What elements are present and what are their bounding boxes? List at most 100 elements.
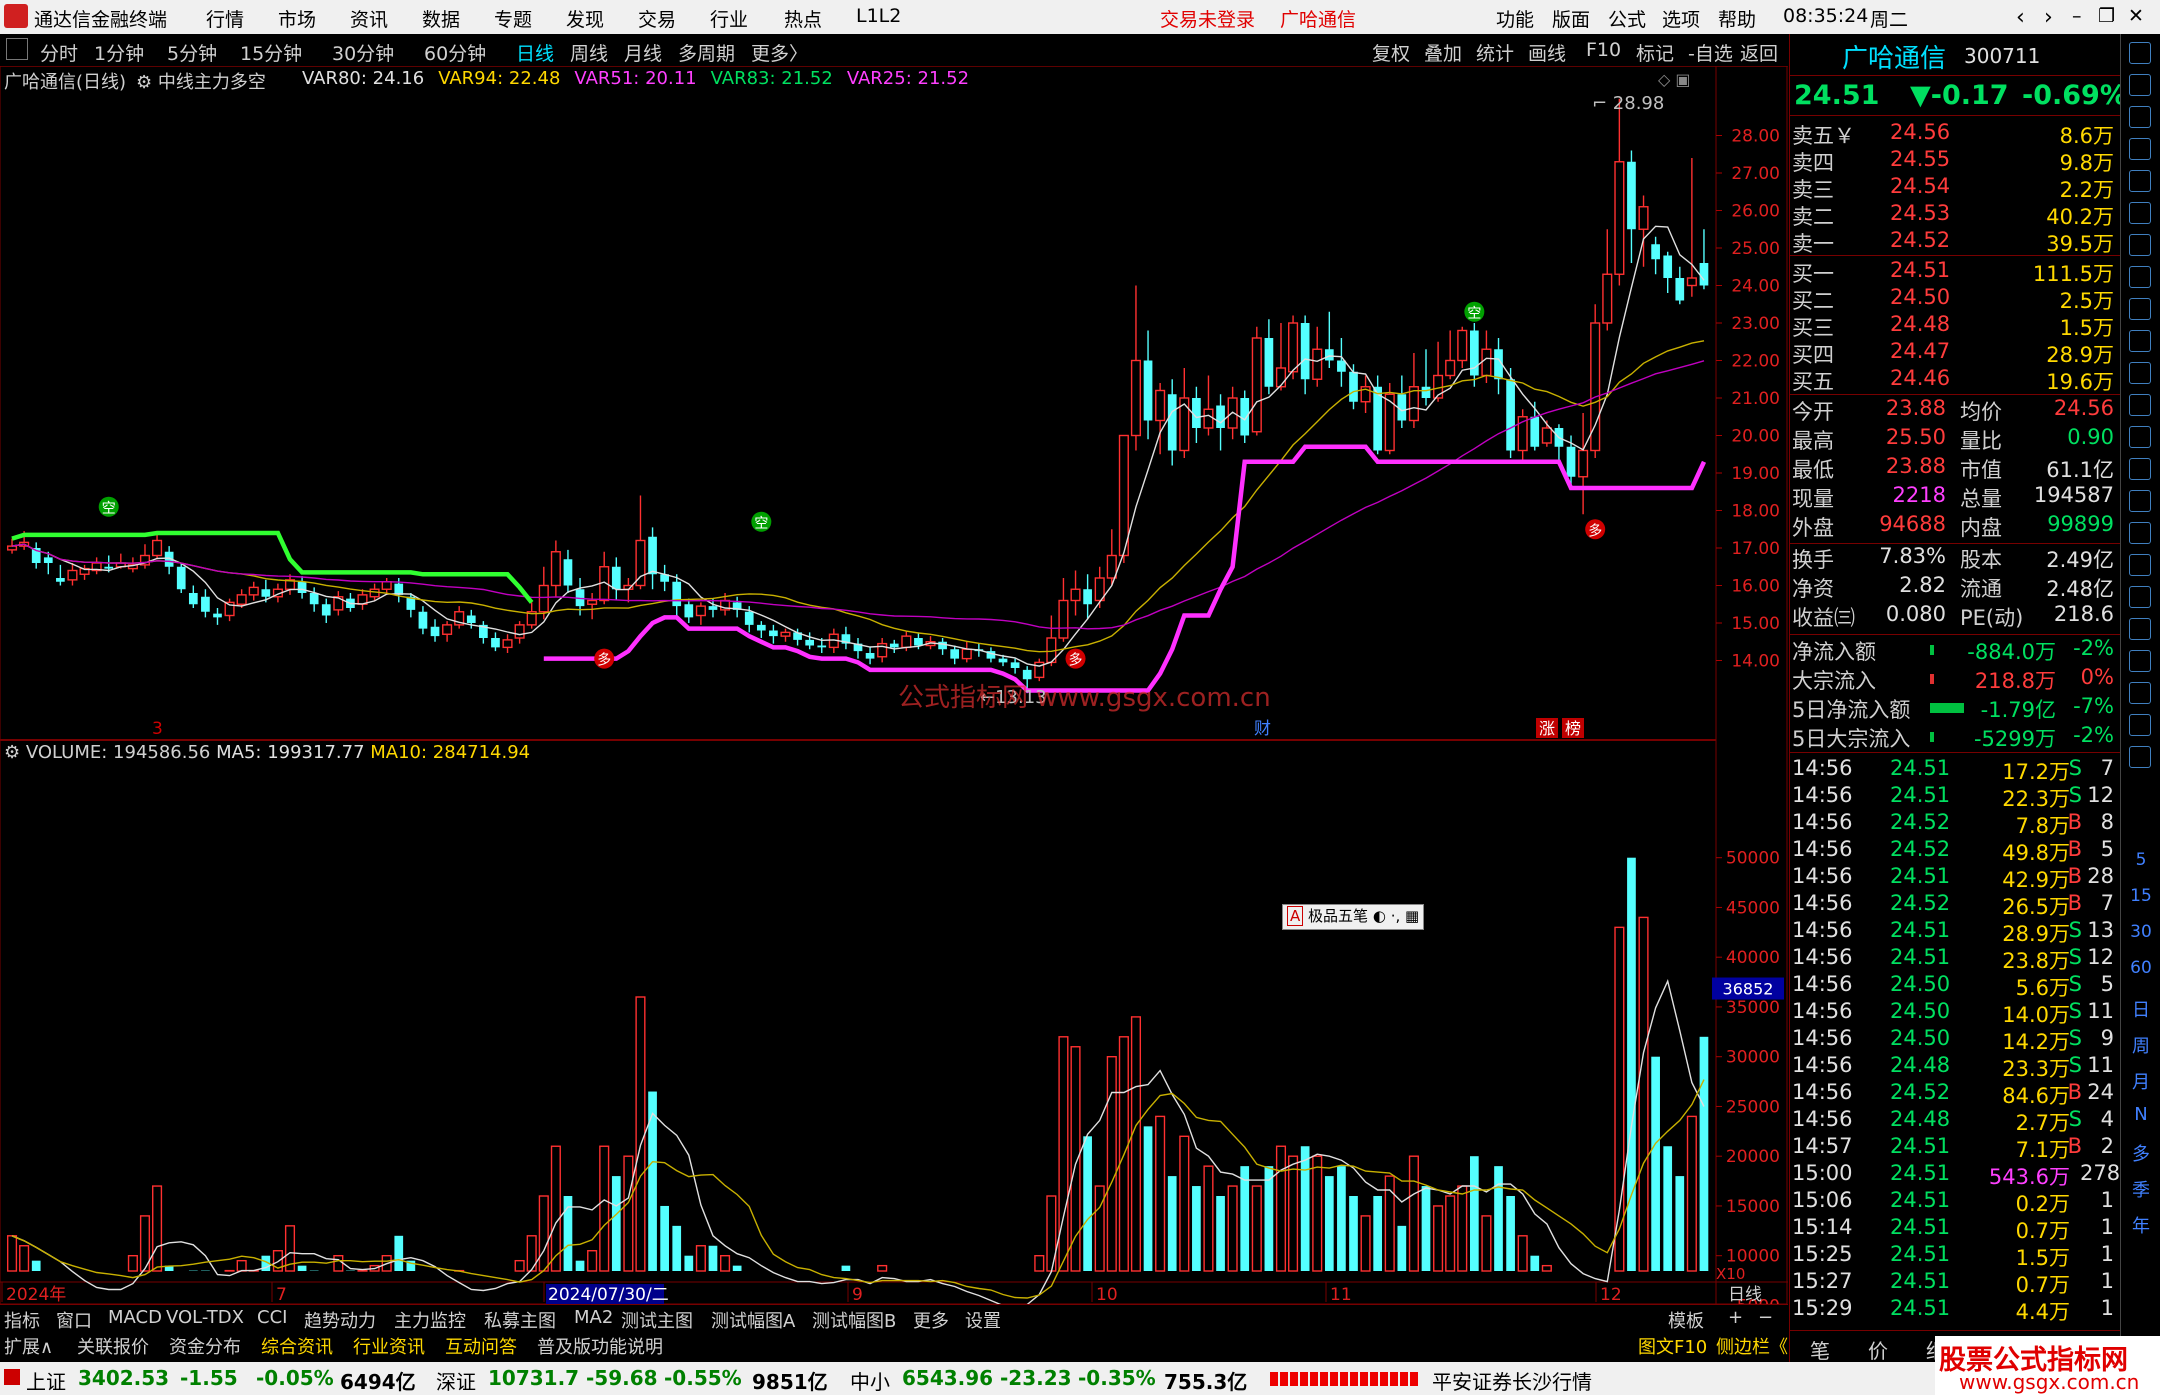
f10-icon[interactable] (2129, 298, 2151, 320)
quote-tab-1[interactable]: 价 (1868, 1335, 1888, 1364)
strip-minutes-2[interactable]: 30 (2121, 922, 2160, 942)
period-tab-8[interactable]: 月线 (624, 39, 662, 66)
tool-button-2[interactable]: 统计 (1476, 39, 1514, 66)
gear-icon[interactable]: ⚙ (136, 72, 152, 93)
strip-period-2[interactable]: 月 (2121, 1068, 2160, 1094)
menu-1[interactable]: 市场 (278, 5, 316, 32)
menu-9[interactable]: L1L2 (856, 5, 901, 27)
tool-button-1[interactable]: 叠加 (1424, 39, 1462, 66)
flag-icon[interactable] (2129, 586, 2151, 608)
period-tab-0[interactable]: 分时 (40, 39, 78, 66)
info-tab-5[interactable]: 互动问答 (445, 1333, 517, 1359)
event-marker-3[interactable]: 3 (152, 719, 163, 739)
indicator-tab-3[interactable]: VOL-TDX (166, 1307, 244, 1328)
fs-icon[interactable] (2129, 458, 2151, 480)
down-icon[interactable] (2129, 106, 2151, 128)
up-icon[interactable] (2129, 74, 2151, 96)
strip-period-0[interactable]: 日 (2121, 996, 2160, 1022)
server-name[interactable]: 平安证券长沙行情 (1432, 1366, 1592, 1395)
indicator-tab-8[interactable]: MA2 (574, 1307, 613, 1328)
strip-minutes-0[interactable]: 5 (2121, 850, 2160, 870)
period-tab-6[interactable]: 日线 (516, 39, 554, 66)
pen-icon[interactable] (2129, 650, 2151, 672)
period-tab-9[interactable]: 多周期 (678, 39, 735, 66)
indicator-tab-4[interactable]: CCI (257, 1307, 287, 1328)
strip-minutes-3[interactable]: 60 (2121, 958, 2160, 978)
right-menu-1[interactable]: 版面 (1552, 5, 1590, 32)
grid-icon[interactable] (2129, 170, 2151, 192)
kline-icon[interactable] (2129, 266, 2151, 288)
sz-label[interactable]: 深证 (436, 1366, 476, 1395)
sh-label[interactable]: 上证 (26, 1366, 66, 1395)
gear-icon[interactable]: ⚙ (4, 742, 20, 763)
layout-icon[interactable] (2129, 394, 2151, 416)
bar-chart-icon[interactable] (2129, 202, 2151, 224)
forward-arrow-icon[interactable]: › (2044, 5, 2053, 30)
info-tab-2[interactable]: 资金分布 (169, 1333, 241, 1359)
close-icon[interactable]: ✕ (2128, 5, 2144, 27)
move-icon[interactable] (2129, 618, 2151, 640)
right-menu-0[interactable]: 功能 (1496, 5, 1534, 32)
ime-popup[interactable]: A 极品五笔 ◐ ·, ▦ (1282, 904, 1425, 930)
market-icon[interactable] (2129, 714, 2151, 736)
minimize-icon[interactable]: – (2072, 5, 2082, 27)
finance-marker[interactable]: 财 (1254, 719, 1271, 739)
rsi-icon[interactable] (2129, 554, 2151, 576)
tool-button-7[interactable]: 返回 (1740, 39, 1778, 66)
strip-period-1[interactable]: 周 (2121, 1032, 2160, 1058)
refresh-icon[interactable] (2129, 746, 2151, 768)
zoom-icon[interactable] (2129, 138, 2151, 160)
tool-button-0[interactable]: 复权 (1372, 39, 1410, 66)
menu-0[interactable]: 行情 (206, 5, 244, 32)
f-icon[interactable] (2129, 426, 2151, 448)
period-tab-10[interactable]: 更多〉 (751, 39, 808, 66)
bsf-icon[interactable] (2129, 362, 2151, 384)
zx-label[interactable]: 中小 (850, 1366, 890, 1395)
template-tab-2[interactable]: − (1758, 1307, 1773, 1328)
list-icon[interactable] (2129, 330, 2151, 352)
tool-button-6[interactable]: -自选 (1688, 39, 1733, 66)
strip-minutes-1[interactable]: 15 (2121, 886, 2160, 906)
menu-7[interactable]: 行业 (710, 5, 748, 32)
tool-button-3[interactable]: 画线 (1528, 39, 1566, 66)
tool-button-4[interactable]: F10 (1586, 39, 1621, 61)
tool-button-5[interactable]: 标记 (1636, 39, 1674, 66)
right-menu-4[interactable]: 帮助 (1718, 5, 1756, 32)
panel-toggle-icon[interactable] (6, 38, 28, 60)
strip-period-6[interactable]: 年 (2121, 1212, 2160, 1238)
sidebar-toggle[interactable]: 侧边栏《 (1716, 1333, 1788, 1359)
up-arrow-icon[interactable] (2129, 42, 2151, 64)
indicator-tab-2[interactable]: MACD (108, 1307, 162, 1328)
quote-tab-0[interactable]: 笔 (1810, 1335, 1830, 1364)
strip-period-5[interactable]: 季 (2121, 1176, 2160, 1202)
menu-2[interactable]: 资讯 (350, 5, 388, 32)
strip-period-4[interactable]: 多 (2121, 1140, 2160, 1166)
info-tab-6[interactable]: 普及版功能说明 (537, 1333, 663, 1359)
line-chart-icon[interactable] (2129, 234, 2151, 256)
menu-6[interactable]: 交易 (638, 5, 676, 32)
period-tab-7[interactable]: 周线 (570, 39, 608, 66)
period-tab-4[interactable]: 30分钟 (332, 39, 394, 66)
fs2-icon[interactable] (2129, 682, 2151, 704)
right-menu-3[interactable]: 选项 (1662, 5, 1700, 32)
menu-5[interactable]: 发现 (566, 5, 604, 32)
period-tab-2[interactable]: 5分钟 (167, 39, 217, 66)
menu-8[interactable]: 热点 (784, 5, 822, 32)
menu-4[interactable]: 专题 (494, 5, 532, 32)
menu-3[interactable]: 数据 (422, 5, 460, 32)
login-notice[interactable]: 交易未登录 (1160, 5, 1255, 32)
period-tab-1[interactable]: 1分钟 (94, 39, 144, 66)
back-arrow-icon[interactable]: ‹ (2016, 5, 2025, 30)
restore-icon[interactable]: ❐ (2098, 5, 2115, 27)
period-tab-5[interactable]: 60分钟 (424, 39, 486, 66)
speaker-icon[interactable] (2129, 522, 2151, 544)
info-tab-4[interactable]: 行业资讯 (353, 1333, 425, 1359)
strip-period-3[interactable]: N (2121, 1104, 2160, 1125)
kline-chart[interactable]: 28.00 27.00 26.00 25.00 24.00 23.00 22.00 21.00… (0, 66, 1788, 1304)
template-tab-1[interactable]: + (1728, 1307, 1743, 1328)
right-menu-2[interactable]: 公式 (1608, 5, 1646, 32)
info-tab-3[interactable]: 综合资讯 (261, 1333, 333, 1359)
pin-icon[interactable] (2129, 490, 2151, 512)
info-tab-0[interactable]: 扩展∧ (4, 1333, 53, 1359)
f10-button[interactable]: 图文F10 (1638, 1333, 1707, 1359)
